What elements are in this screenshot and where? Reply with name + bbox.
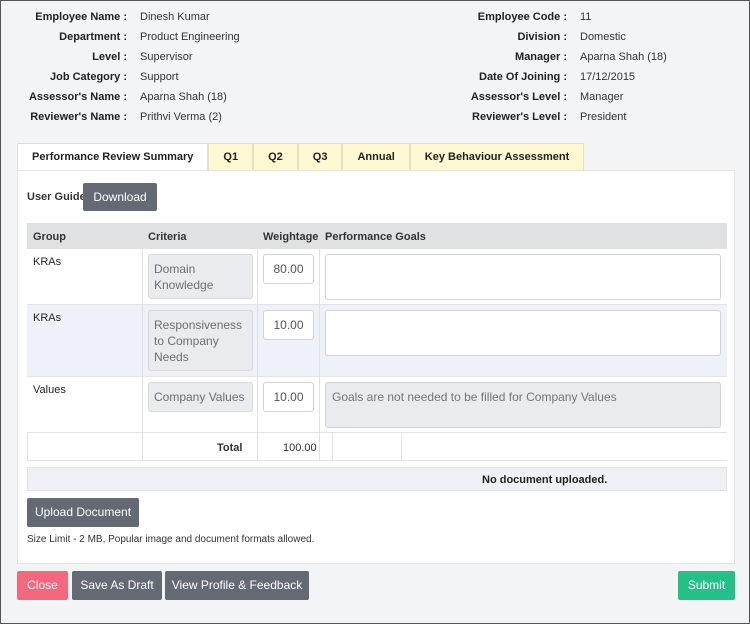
column-divider <box>27 433 28 461</box>
department-value: Product Engineering <box>140 31 240 43</box>
column-divider <box>319 305 320 377</box>
column-divider <box>257 305 258 377</box>
row-goal-input[interactable] <box>325 310 721 356</box>
header-criteria: Criteria <box>148 231 187 243</box>
tab-q2[interactable]: Q2 <box>253 143 298 171</box>
info-row-6: Reviewer's Name : Prithvi Verma (2) Revi… <box>1 111 750 131</box>
employee-name-value: Dinesh Kumar <box>140 11 210 23</box>
employee-code-label: Employee Code : <box>477 11 567 23</box>
download-button[interactable]: Download <box>83 183 157 211</box>
division-value: Domestic <box>580 31 626 43</box>
date-of-joining-label: Date Of Joining : <box>479 71 567 83</box>
tab-key-behaviour-assessment[interactable]: Key Behaviour Assessment <box>409 143 585 171</box>
header-performance-goals: Performance Goals <box>325 231 426 243</box>
review-form-window: Employee Name : Dinesh Kumar Employee Co… <box>0 0 750 624</box>
reviewer-level-label: Reviewer's Level : <box>472 111 567 123</box>
column-divider <box>257 433 258 461</box>
reviewer-level-value: President <box>580 111 627 123</box>
assessor-name-label: Assessor's Name : <box>28 91 127 103</box>
column-divider <box>142 305 143 377</box>
upload-document-button[interactable]: Upload Document <box>27 498 139 527</box>
assessor-level-value: Manager <box>580 91 624 103</box>
user-guide-label: User Guide <box>27 191 86 203</box>
row-weightage-input[interactable]: 80.00 <box>263 254 314 284</box>
info-row-3: Level : Supervisor Manager : Aparna Shah… <box>1 51 750 71</box>
tab-panel: User Guide Download Group Criteria Weigh… <box>17 170 735 564</box>
row-goal-input[interactable] <box>325 254 721 300</box>
row-group: Values <box>33 384 66 396</box>
column-divider <box>257 377 258 433</box>
close-button[interactable]: Close <box>17 571 68 600</box>
employee-name-label: Employee Name : <box>35 11 127 23</box>
table-header: Group Criteria Weightage Performance Goa… <box>27 223 727 249</box>
tab-performance-review-summary[interactable]: Performance Review Summary <box>17 143 209 171</box>
row-weightage-input[interactable]: 10.00 <box>263 310 314 340</box>
tab-q3[interactable]: Q3 <box>297 143 343 171</box>
row-goal-input-disabled <box>325 382 721 428</box>
row-criteria: Company Values <box>148 382 253 412</box>
row-group: KRAs <box>33 256 62 268</box>
table-row: KRAs Domain Knowledge 80.00 <box>27 249 727 305</box>
employee-code-value: 11 <box>580 11 592 23</box>
document-status-bar: No document uploaded. <box>27 467 727 491</box>
column-divider <box>142 433 143 461</box>
reviewer-name-label: Reviewer's Name : <box>30 111 127 123</box>
save-as-draft-button[interactable]: Save As Draft <box>72 571 162 600</box>
column-divider <box>401 433 402 461</box>
row-group: KRAs <box>33 312 62 324</box>
manager-label: Manager : <box>515 51 567 63</box>
division-label: Division : <box>517 31 567 43</box>
table-row: Values Company Values 10.00 <box>27 377 727 433</box>
row-criteria: Domain Knowledge <box>148 254 253 299</box>
header-group: Group <box>33 231 66 243</box>
document-status: No document uploaded. <box>482 474 608 486</box>
tab-annual[interactable]: Annual <box>342 143 410 171</box>
level-label: Level : <box>92 51 127 63</box>
row-weightage-input[interactable]: 10.00 <box>263 382 314 412</box>
row-criteria: Responsiveness to Company Needs <box>148 310 253 371</box>
job-category-label: Job Category : <box>49 71 127 83</box>
column-divider <box>319 249 320 305</box>
assessor-level-label: Assessor's Level : <box>470 91 567 103</box>
total-label: Total <box>217 442 243 454</box>
info-row-5: Assessor's Name : Aparna Shah (18) Asses… <box>1 91 750 111</box>
review-tabs: Performance Review Summary Q1 Q2 Q3 Annu… <box>17 143 585 171</box>
assessor-name-value: Aparna Shah (18) <box>140 91 227 103</box>
column-divider <box>142 377 143 433</box>
size-limit-note: Size Limit - 2 MB, Popular image and doc… <box>27 534 315 545</box>
column-divider <box>142 249 143 305</box>
view-profile-feedback-button[interactable]: View Profile & Feedback <box>165 571 309 600</box>
manager-value: Aparna Shah (18) <box>580 51 667 63</box>
reviewer-name-value: Prithvi Verma (2) <box>140 111 222 123</box>
column-divider <box>257 249 258 305</box>
info-row-2: Department : Product Engineering Divisio… <box>1 31 750 51</box>
column-divider <box>319 377 320 433</box>
table-row: KRAs Responsiveness to Company Needs 10.… <box>27 305 727 377</box>
job-category-value: Support <box>140 71 179 83</box>
department-label: Department : <box>59 31 127 43</box>
submit-button[interactable]: Submit <box>678 571 735 600</box>
info-row-4: Job Category : Support Date Of Joining :… <box>1 71 750 91</box>
column-divider <box>332 433 333 461</box>
header-weightage: Weightage <box>263 231 319 243</box>
column-divider <box>319 433 320 461</box>
tab-q1[interactable]: Q1 <box>208 143 254 171</box>
total-row: Total 100.00 <box>27 433 727 461</box>
info-row-1: Employee Name : Dinesh Kumar Employee Co… <box>1 11 750 31</box>
total-value: 100.00 <box>283 442 317 454</box>
level-value: Supervisor <box>140 51 193 63</box>
date-of-joining-value: 17/12/2015 <box>580 71 636 83</box>
